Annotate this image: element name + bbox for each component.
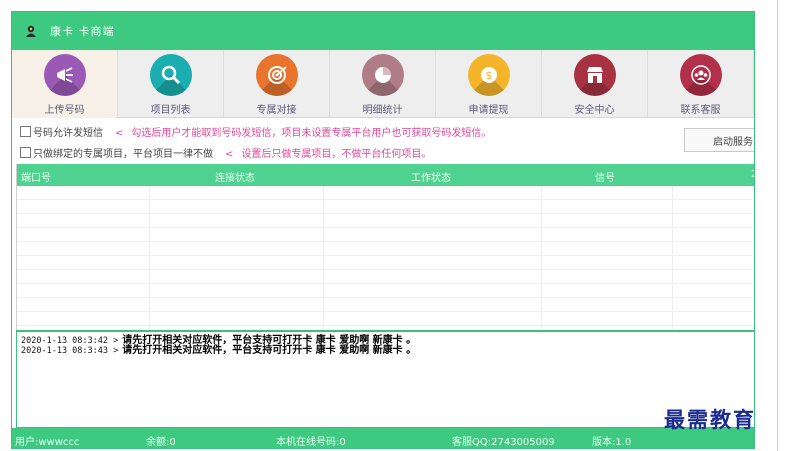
target-icon xyxy=(255,54,298,96)
table-row[interactable] xyxy=(17,284,754,298)
log-time: 2020-1-13 08:3:42 > xyxy=(21,336,119,346)
toolbar-upload-numbers[interactable]: 上传号码 xyxy=(12,50,118,118)
log-panel[interactable]: 2020-1-13 08:3:42 > 请先打开相关对应软件，平台支持可打开卡 康… xyxy=(16,330,754,428)
status-online-count: 本机在线号码:0 xyxy=(276,437,346,448)
table-row[interactable] xyxy=(17,214,754,228)
window-title: 康卡 卡商端 xyxy=(50,25,115,38)
toolbar-label: 申请提现 xyxy=(468,105,509,116)
sms-checkbox[interactable] xyxy=(20,126,31,137)
note-arrow: < xyxy=(115,128,124,139)
toolbar-contact-service[interactable]: 联系客服 xyxy=(648,50,754,118)
sms-checkbox-label[interactable]: 号码允许发短信 xyxy=(33,124,103,139)
table-row[interactable] xyxy=(17,256,754,270)
note-arrow: < xyxy=(225,149,234,160)
coin-icon: $ xyxy=(467,54,510,96)
main-toolbar: 上传号码 项目列表 专属对接 明细统计 $ 申请提现 安全中心 联系客服 xyxy=(12,50,754,118)
watermark: 最需教育 xyxy=(664,407,756,432)
start-service-button[interactable]: 启动服务 xyxy=(684,128,754,152)
options-panel: 号码允许发短信 < 勾选后用户才能取到号码发短信，项目未设置专属平台用户也可获取号… xyxy=(12,118,754,164)
app-logo-icon xyxy=(26,25,36,37)
table-row[interactable] xyxy=(17,186,754,200)
svg-text:$: $ xyxy=(485,69,492,82)
status-user: 用户:wwwccc xyxy=(15,437,80,448)
toolbar-project-list[interactable]: 项目列表 xyxy=(118,50,224,118)
search-icon xyxy=(149,54,192,96)
table-header: 端口号 连接状态 工作状态 信号 2 xyxy=(17,164,754,186)
pie-chart-icon xyxy=(361,54,404,96)
toolbar-label: 项目列表 xyxy=(150,105,191,116)
exclusive-note-text: 设置后只做专属项目，不做平台任何项目。 xyxy=(241,149,432,160)
log-line: 2020-1-13 08:3:43 > 请先打开相关对应软件，平台支持可打开卡 康… xyxy=(21,345,751,357)
table-row[interactable] xyxy=(17,228,754,242)
table-row[interactable] xyxy=(17,242,754,256)
toolbar-label: 上传号码 xyxy=(44,105,85,116)
toolbar-statistics[interactable]: 明细统计 xyxy=(330,50,436,118)
toolbar-label: 联系客服 xyxy=(680,105,721,116)
toolbar-exclusive-docking[interactable]: 专属对接 xyxy=(224,50,330,118)
exclusive-checkbox-label[interactable]: 只做绑定的专属项目，平台项目一律不做 xyxy=(33,145,213,160)
people-icon xyxy=(679,54,722,96)
toolbar-label: 安全中心 xyxy=(574,105,615,116)
shop-icon xyxy=(573,54,616,96)
exclusive-option: 只做绑定的专属项目，平台项目一律不做 < 设置后只做专属项目，不做平台任何项目。 xyxy=(20,145,431,160)
column-header-extra[interactable]: 2 xyxy=(751,169,754,180)
table-row[interactable] xyxy=(17,312,754,326)
exclusive-note: < 设置后只做专属项目，不做平台任何项目。 xyxy=(225,145,431,160)
exclusive-checkbox[interactable] xyxy=(20,147,31,158)
sms-note-text: 勾选后用户才能取到号码发短信，项目未设置专属平台用户也可获取号码发短信。 xyxy=(131,128,492,139)
status-bar: 用户:wwwccc 余额:0 本机在线号码:0 客服QQ:2743005009 … xyxy=(12,428,754,448)
status-service-qq: 客服QQ:2743005009 xyxy=(452,437,555,448)
column-header-signal[interactable]: 信号 xyxy=(595,169,615,184)
table-row[interactable] xyxy=(17,200,754,214)
column-header-connection[interactable]: 连接状态 xyxy=(215,169,255,184)
toolbar-label: 专属对接 xyxy=(256,105,297,116)
sms-option: 号码允许发短信 < 勾选后用户才能取到号码发短信，项目未设置专属平台用户也可获取号… xyxy=(20,124,491,139)
column-header-work[interactable]: 工作状态 xyxy=(411,169,451,184)
log-time: 2020-1-13 08:3:43 > xyxy=(21,346,119,356)
megaphone-icon xyxy=(43,54,86,96)
toolbar-security-center[interactable]: 安全中心 xyxy=(542,50,648,118)
sms-note: < 勾选后用户才能取到号码发短信，项目未设置专属平台用户也可获取号码发短信。 xyxy=(115,124,491,139)
toolbar-withdraw[interactable]: $ 申请提现 xyxy=(436,50,542,118)
port-table: 端口号 连接状态 工作状态 信号 2 xyxy=(16,164,754,330)
status-balance: 余额:0 xyxy=(146,437,176,448)
toolbar-label: 明细统计 xyxy=(362,105,403,116)
column-header-port[interactable]: 端口号 xyxy=(21,169,51,184)
table-row[interactable] xyxy=(17,270,754,284)
title-bar: 康卡 卡商端 xyxy=(12,12,754,50)
status-version: 版本:1.0 xyxy=(592,437,632,448)
page-divider xyxy=(777,0,778,451)
log-message: 请先打开相关对应软件，平台支持可打开卡 康卡 爱助啊 新康卡 。 xyxy=(122,345,417,356)
table-row[interactable] xyxy=(17,298,754,312)
app-window: 康卡 卡商端 上传号码 项目列表 专属对接 明细统计 $ 申请提现 安全中心 联… xyxy=(11,11,755,449)
